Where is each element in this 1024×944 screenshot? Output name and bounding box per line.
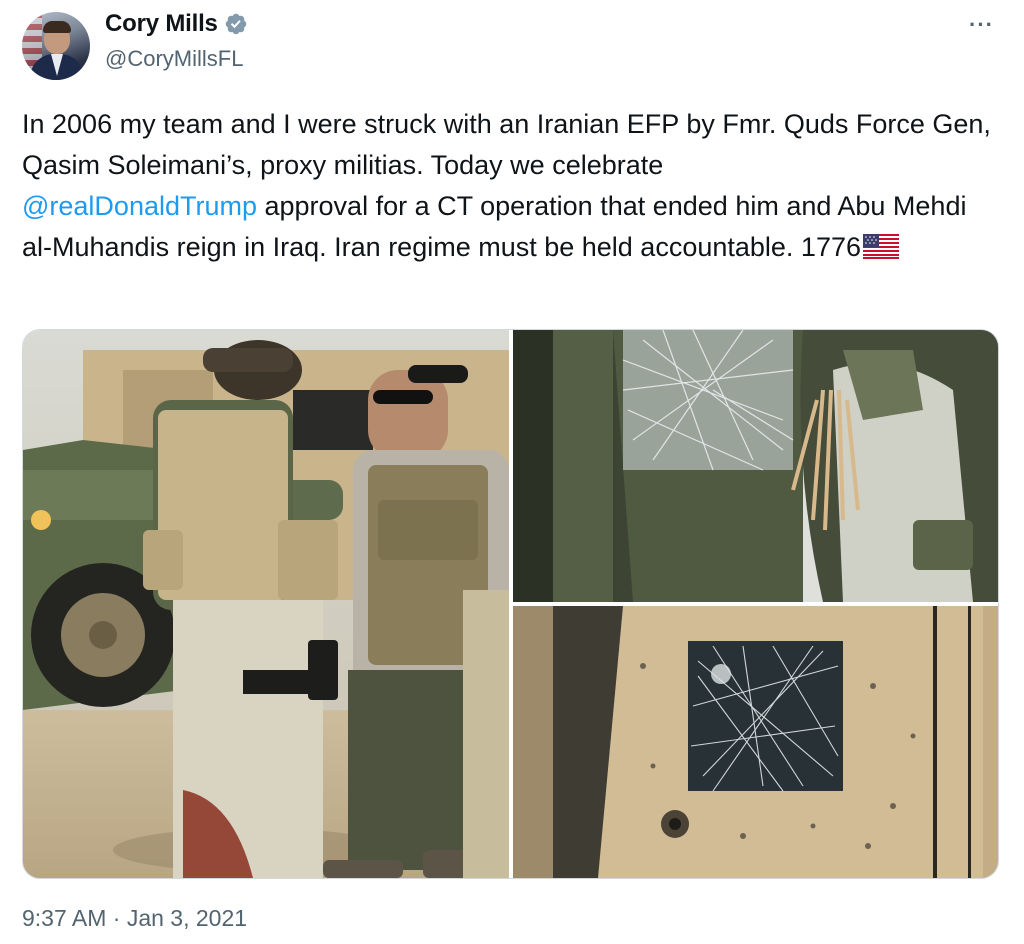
tweet-text: In 2006 my team and I were struck with a… (22, 104, 997, 268)
author-avatar[interactable] (22, 12, 90, 80)
shattered-door-window-photo[interactable] (513, 330, 998, 602)
tweet-media-grid[interactable] (22, 329, 999, 879)
more-options-icon[interactable]: ··· (969, 14, 994, 36)
tweet-timestamp[interactable]: 9:37 AM · Jan 3, 2021 (22, 905, 247, 932)
us-flag-emoji (863, 230, 899, 259)
author-handle[interactable]: @CoryMillsFL (105, 46, 243, 72)
author-display-name[interactable]: Cory Mills (105, 10, 218, 38)
verified-badge-icon[interactable] (224, 12, 248, 36)
soldiers-with-humvee-photo[interactable] (23, 330, 509, 878)
cracked-armored-window-photo[interactable] (513, 606, 998, 878)
author-name-row[interactable]: Cory Mills (105, 10, 248, 38)
mention-link[interactable]: @realDonaldTrump (22, 191, 257, 221)
tweet-text-part-1: In 2006 my team and I were struck with a… (22, 109, 991, 180)
